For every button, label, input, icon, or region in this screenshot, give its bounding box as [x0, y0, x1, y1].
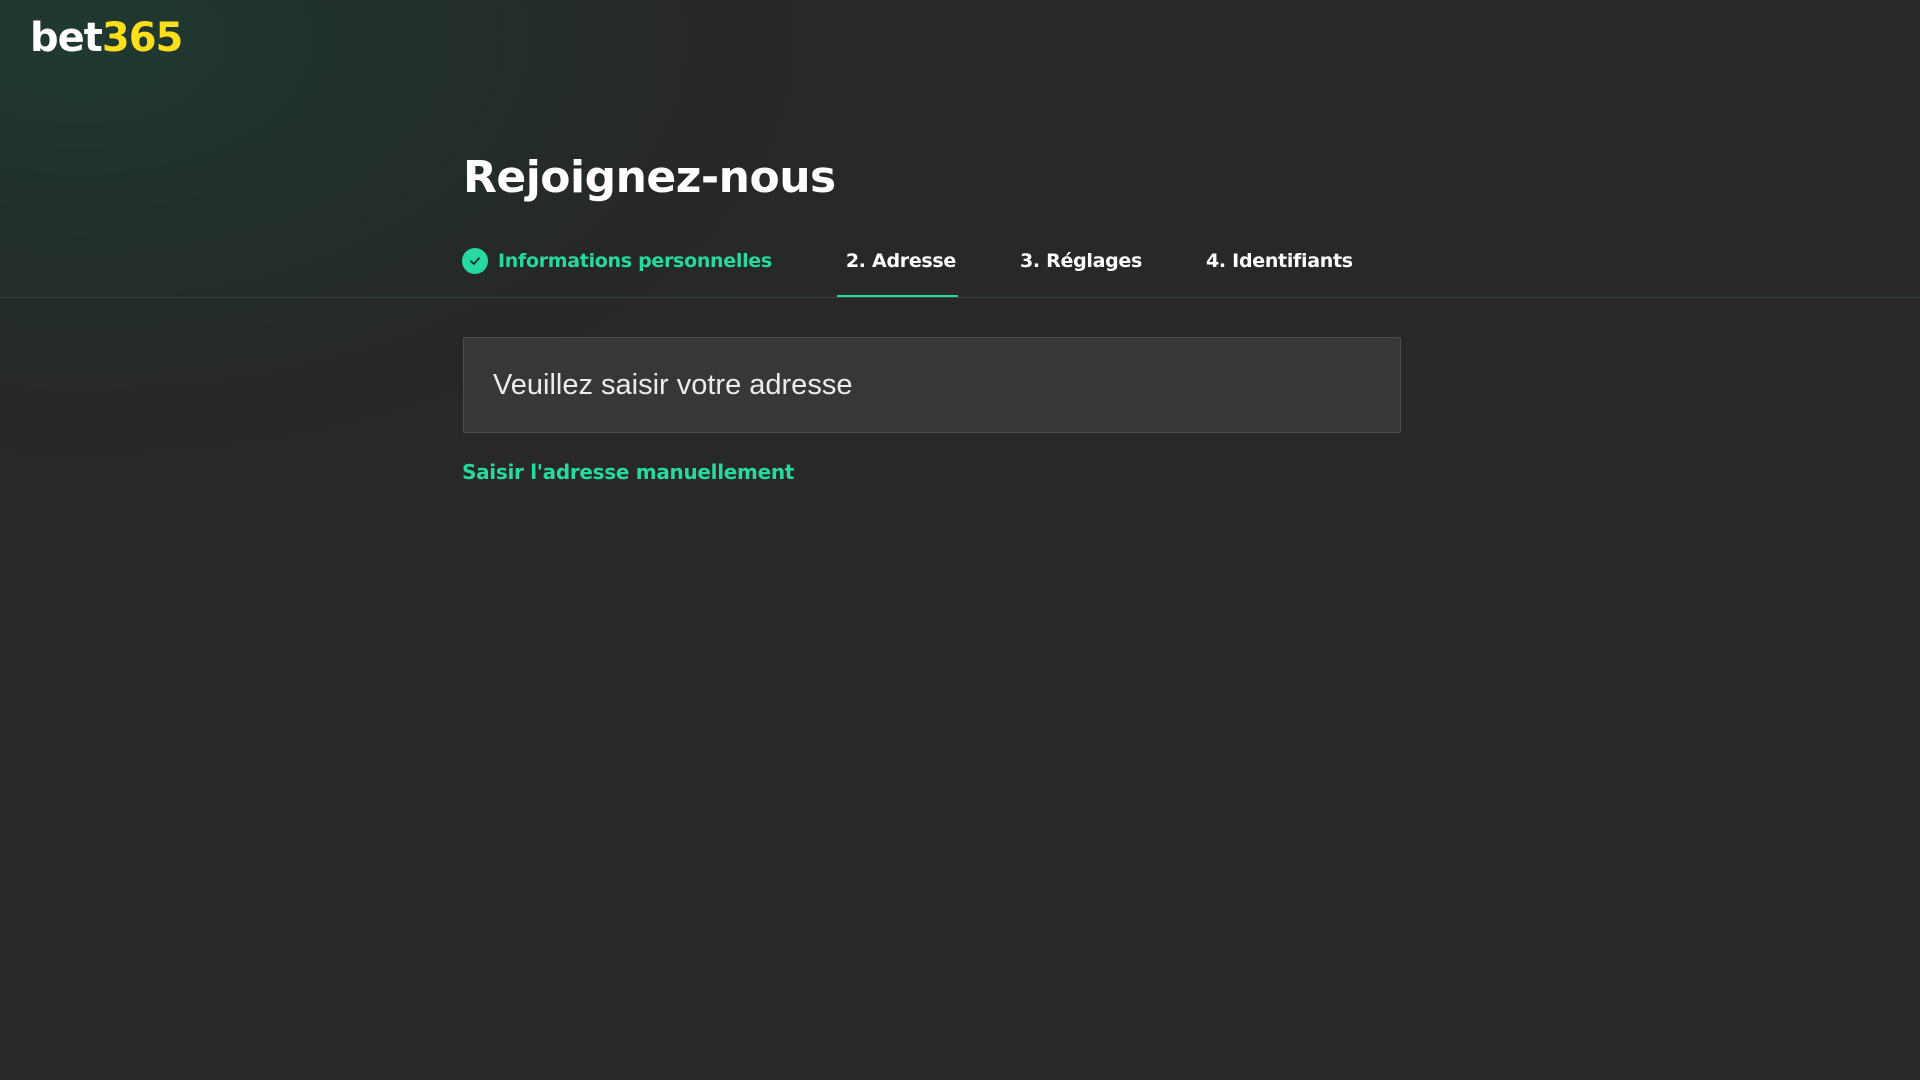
- step-label: Informations personnelles: [498, 250, 772, 272]
- step-label: 4. Identifiants: [1206, 250, 1353, 272]
- step-credentials[interactable]: 4. Identifiants: [1206, 246, 1353, 298]
- step-label: 3. Réglages: [1020, 250, 1143, 272]
- step-address[interactable]: 2. Adresse: [836, 246, 959, 298]
- registration-steps: Informations personnelles 2. Adresse 3. …: [462, 246, 1353, 298]
- enter-address-manually-link[interactable]: Saisir l'adresse manuellement: [462, 460, 794, 484]
- address-search-box[interactable]: [463, 337, 1401, 433]
- page-title: Rejoignez-nous: [463, 152, 836, 203]
- check-circle-icon: [462, 248, 488, 274]
- bet365-logo[interactable]: bet365: [30, 14, 183, 62]
- step-personal-info[interactable]: Informations personnelles: [462, 246, 772, 298]
- address-input[interactable]: [493, 368, 1400, 402]
- logo-text-365: 365: [101, 15, 183, 61]
- logo-text-bet: bet: [30, 15, 103, 61]
- step-label: 2. Adresse: [845, 250, 957, 272]
- step-settings[interactable]: 3. Réglages: [1020, 246, 1142, 298]
- steps-divider: [0, 297, 1920, 298]
